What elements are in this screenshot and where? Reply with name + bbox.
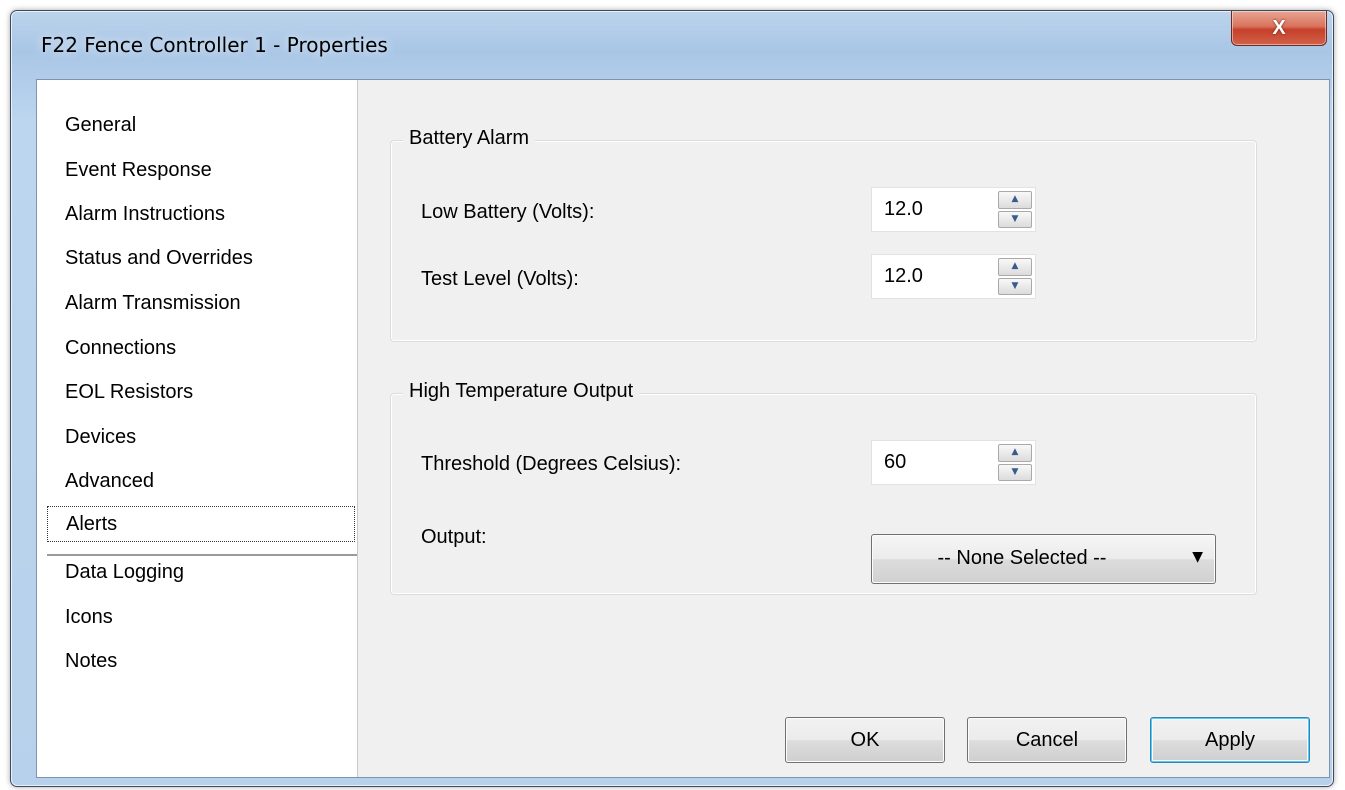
test-level-label: Test Level (Volts): xyxy=(421,268,579,290)
threshold-value[interactable]: 60 xyxy=(884,451,906,474)
dialog-client-area: General Event Response Alarm Instruction… xyxy=(36,79,1330,778)
test-level-value[interactable]: 12.0 xyxy=(884,265,923,288)
sidebar-item-data-logging[interactable]: Data Logging xyxy=(45,554,355,590)
sidebar-item-alarm-instructions[interactable]: Alarm Instructions xyxy=(45,196,355,232)
output-dropdown[interactable]: -- None Selected -- ▼ xyxy=(871,534,1216,584)
sidebar-item-general[interactable]: General xyxy=(45,107,355,143)
sidebar-item-status-and-overrides[interactable]: Status and Overrides xyxy=(45,240,355,276)
sidebar-item-advanced[interactable]: Advanced xyxy=(45,463,355,499)
cancel-button[interactable]: Cancel xyxy=(967,717,1127,763)
sidebar-item-alarm-transmission[interactable]: Alarm Transmission xyxy=(45,285,355,321)
close-icon: X xyxy=(1272,16,1286,39)
high-temperature-group: High Temperature Output Threshold (Degre… xyxy=(390,380,1257,595)
apply-button[interactable]: Apply xyxy=(1150,717,1310,763)
threshold-spinner[interactable]: 60 ▲ ▼ xyxy=(871,440,1036,485)
chevron-down-icon: ▼ xyxy=(1192,549,1203,565)
sidebar-item-notes[interactable]: Notes xyxy=(45,643,355,679)
battery-alarm-legend: Battery Alarm xyxy=(403,127,536,150)
properties-window: F22 Fence Controller 1 - Properties X Ge… xyxy=(10,10,1334,787)
sidebar-item-icons[interactable]: Icons xyxy=(45,599,355,635)
ok-button[interactable]: OK xyxy=(785,717,945,763)
sidebar-item-devices[interactable]: Devices xyxy=(45,419,355,455)
sidebar-item-connections[interactable]: Connections xyxy=(45,330,355,366)
close-button[interactable]: X xyxy=(1231,11,1327,46)
arrow-up-icon[interactable]: ▲ xyxy=(998,258,1032,276)
sidebar: General Event Response Alarm Instruction… xyxy=(37,80,358,777)
test-level-spinner[interactable]: 12.0 ▲ ▼ xyxy=(871,254,1036,299)
arrow-up-icon[interactable]: ▲ xyxy=(998,444,1032,462)
arrow-up-icon[interactable]: ▲ xyxy=(998,191,1032,209)
battery-alarm-group: Battery Alarm Low Battery (Volts): 12.0 … xyxy=(390,127,1257,342)
sidebar-item-eol-resistors[interactable]: EOL Resistors xyxy=(45,374,355,410)
low-battery-value[interactable]: 12.0 xyxy=(884,198,923,221)
arrow-down-icon[interactable]: ▼ xyxy=(998,277,1032,295)
high-temperature-legend: High Temperature Output xyxy=(403,380,640,403)
window-title: F22 Fence Controller 1 - Properties xyxy=(41,33,388,57)
low-battery-spinner[interactable]: 12.0 ▲ ▼ xyxy=(871,187,1036,232)
arrow-down-icon[interactable]: ▼ xyxy=(998,210,1032,228)
title-bar[interactable]: F22 Fence Controller 1 - Properties X xyxy=(11,11,1333,79)
threshold-label: Threshold (Degrees Celsius): xyxy=(421,453,682,475)
sidebar-item-alerts[interactable]: Alerts xyxy=(47,506,355,542)
output-selected-value: -- None Selected -- xyxy=(937,547,1107,569)
low-battery-label: Low Battery (Volts): xyxy=(421,201,595,223)
arrow-down-icon[interactable]: ▼ xyxy=(998,463,1032,481)
sidebar-item-event-response[interactable]: Event Response xyxy=(45,152,355,188)
output-label: Output: xyxy=(421,526,487,548)
